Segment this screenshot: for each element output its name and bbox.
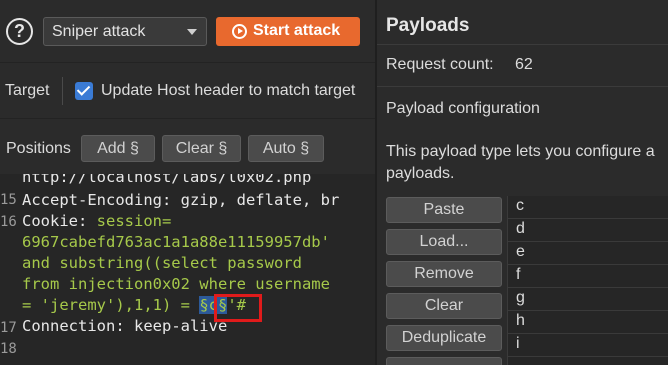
payload-value: g — [516, 289, 525, 306]
positions-row: Positions Add § Clear § Auto § — [0, 118, 375, 174]
update-host-checkbox[interactable] — [75, 82, 93, 100]
code-line: Connection: keep-alive — [22, 317, 227, 335]
attack-toolbar: ? Sniper attack Start attack — [0, 0, 375, 62]
line-number: 17 — [0, 320, 17, 336]
code-line: 6967cabefd763ac1a1a88e11159957db' — [22, 233, 330, 251]
auto-markers-button[interactable]: Auto § — [248, 135, 324, 162]
payload-value: f — [516, 266, 521, 283]
list-item[interactable]: f — [508, 265, 668, 288]
code-line: and substring((select password — [22, 254, 302, 272]
payload-config-description: This payload type lets you configure a p… — [386, 141, 668, 185]
attack-type-select[interactable]: Sniper attack — [43, 17, 207, 46]
list-item[interactable]: c — [508, 196, 668, 219]
divider — [377, 86, 668, 87]
add-marker-button[interactable]: Add § — [81, 135, 155, 162]
description-line: This payload type lets you configure a — [386, 143, 655, 160]
update-host-label[interactable]: Update Host header to match target — [101, 82, 355, 100]
payload-value: i — [516, 335, 520, 352]
divider — [377, 44, 668, 45]
list-item[interactable]: g — [508, 288, 668, 311]
list-item[interactable]: i — [508, 334, 668, 357]
target-row: Target Update Host header to match targe… — [0, 62, 375, 118]
divider — [62, 77, 63, 105]
help-icon[interactable]: ? — [6, 18, 33, 45]
payload-value: h — [516, 312, 525, 329]
list-item[interactable]: e — [508, 242, 668, 265]
code-line: http://localhost/labs/l0x02.php — [22, 174, 312, 186]
payload-value: c — [516, 197, 524, 214]
payload-value: e — [516, 243, 525, 260]
attack-type-value: Sniper attack — [52, 23, 146, 40]
code-line: Cookie: session= — [22, 212, 171, 230]
clear-markers-button[interactable]: Clear § — [162, 135, 241, 162]
clear-button[interactable]: Clear — [386, 293, 502, 319]
paste-button[interactable]: Paste — [386, 197, 502, 223]
chevron-down-icon — [187, 29, 197, 35]
header-name: Accept-Encoding: — [22, 191, 172, 209]
payload-list[interactable]: c d e f g h i — [507, 196, 668, 365]
header-value: session= — [87, 212, 172, 230]
description-line: payloads. — [386, 165, 455, 182]
request-count-value: 62 — [515, 56, 533, 73]
payload-config-title: Payload configuration — [386, 100, 540, 117]
add-button[interactable] — [386, 357, 502, 365]
header-name: Cookie: — [22, 212, 88, 230]
code-line: from injection0x02 where username — [22, 275, 330, 293]
request-editor[interactable]: http://localhost/labs/l0x02.php 15 Accep… — [0, 174, 375, 365]
header-name: Connection: — [22, 317, 125, 335]
list-item[interactable]: d — [508, 219, 668, 242]
start-attack-button[interactable]: Start attack — [216, 17, 360, 46]
play-circle-icon — [232, 24, 247, 39]
start-attack-label: Start attack — [253, 22, 341, 39]
payloads-title: Payloads — [386, 15, 470, 36]
positions-panel: ? Sniper attack Start attack Target Upda… — [0, 0, 375, 365]
load-button[interactable]: Load... — [386, 229, 502, 255]
code-line: Accept-Encoding: gzip, deflate, br — [22, 191, 339, 209]
list-item[interactable]: h — [508, 311, 668, 334]
request-count-label: Request count: — [386, 56, 494, 73]
line-number: 16 — [0, 214, 17, 230]
payload-value: d — [516, 220, 525, 237]
header-value: gzip, deflate, br — [171, 191, 340, 209]
code-line: = 'jeremy'),1,1) = §c§'# — [22, 296, 246, 314]
positions-label: Positions — [6, 140, 71, 157]
code-text: = 'jeremy'),1,1) = — [22, 296, 200, 314]
line-number: 18 — [0, 341, 17, 357]
header-value: keep-alive — [124, 317, 228, 335]
payloads-panel: Payloads Request count: 62 Payload confi… — [377, 0, 668, 365]
remove-button[interactable]: Remove — [386, 261, 502, 287]
target-label[interactable]: Target — [5, 82, 49, 100]
line-number: 15 — [0, 192, 17, 208]
deduplicate-button[interactable]: Deduplicate — [386, 325, 502, 351]
